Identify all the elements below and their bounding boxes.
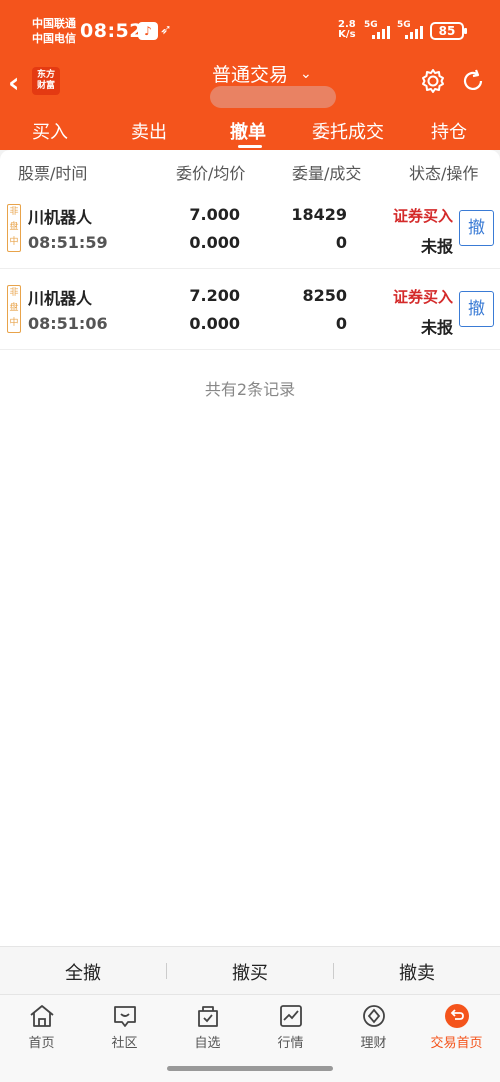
active-tab-indicator [238, 145, 262, 148]
page-title[interactable]: 普通交易 [212, 60, 288, 87]
order-qty: 8250 [302, 286, 347, 305]
badge-char: 非 [9, 288, 19, 298]
column-header-stock-time: 股票/时间 [18, 164, 88, 183]
table-row[interactable]: 非 盘 中 川机器人 08:51:59 7.000 0.000 18429 0 … [0, 189, 500, 269]
net-speed-unit: K/s [338, 29, 356, 40]
avg-price: 0.000 [189, 314, 240, 333]
carrier-1: 中国联通 [32, 17, 76, 30]
stock-name: 川机器人 [28, 208, 93, 227]
badge-char: 中 [9, 318, 19, 328]
signal-1-bars-icon [372, 26, 390, 39]
tab-positions[interactable]: 持仓 [431, 118, 467, 144]
cancel-order-button[interactable]: 撤 [459, 291, 494, 327]
cancel-buys-button[interactable]: 撤买 [167, 959, 333, 985]
order-status: 未报 [420, 318, 453, 337]
filled-qty: 0 [335, 314, 347, 333]
refresh-icon[interactable] [460, 68, 486, 94]
back-icon[interactable]: ‹ [8, 66, 20, 99]
table-row[interactable]: 非 盘 中 川机器人 08:51:06 7.200 0.000 8250 0 证… [0, 270, 500, 350]
trade-home-icon [444, 1004, 469, 1028]
tab-buy[interactable]: 买入 [32, 118, 68, 144]
nav-label: 自选 [194, 1036, 221, 1051]
finance-icon [362, 1005, 385, 1027]
nav-label: 理财 [360, 1036, 387, 1051]
cancel-order-button[interactable]: 撤 [459, 210, 494, 246]
nav-label: 首页 [28, 1036, 55, 1051]
app-header: 中国联通 中国电信 08:52 ♪ ➶ 2.8 K/s 5G 5G 85 ‹ 东… [0, 0, 500, 150]
nav-label: 交易首页 [430, 1036, 483, 1051]
home-indicator[interactable] [167, 1066, 333, 1071]
eastmoney-logo: 东方 财富 [32, 67, 60, 95]
records-count: 共有2条记录 [204, 380, 296, 399]
app-notification-icon: ♪ [138, 22, 158, 40]
tab-cancel[interactable]: 撤单 [230, 118, 266, 144]
tab-orders-trades[interactable]: 委托成交 [312, 118, 384, 144]
nav-label: 行情 [277, 1036, 304, 1051]
nav-label: 社区 [111, 1036, 138, 1051]
watchlist-icon [197, 1006, 218, 1027]
community-icon [113, 1006, 136, 1027]
market-icon [279, 1005, 302, 1027]
nav-trade-home[interactable]: 交易首页 [415, 1003, 498, 1051]
order-status: 未报 [420, 237, 453, 256]
column-header-qty: 委量/成交 [292, 164, 362, 183]
cancel-sells-button[interactable]: 撤卖 [334, 959, 500, 985]
order-qty: 18429 [291, 205, 347, 224]
logo-line-1: 东方 [36, 70, 55, 80]
stock-name: 川机器人 [28, 289, 93, 308]
signal-2-bars-icon [405, 26, 423, 39]
chevron-down-icon[interactable]: ⌄ [300, 66, 312, 82]
column-header-price: 委价/均价 [176, 164, 246, 183]
clock: 08:52 [80, 20, 143, 42]
order-type: 证券买入 [392, 207, 453, 225]
nav-community[interactable]: 社区 [83, 1003, 166, 1051]
order-time: 08:51:06 [28, 314, 108, 333]
badge-char: 中 [9, 237, 19, 247]
nav-watchlist[interactable]: 自选 [166, 1003, 249, 1051]
status-bar: 中国联通 中国电信 08:52 ♪ ➶ 2.8 K/s 5G 5G 85 [0, 0, 500, 58]
non-trading-badge: 非 盘 中 [7, 285, 21, 333]
batch-actions-bar: 全撤 撤买 撤卖 [0, 946, 500, 994]
badge-char: 盘 [9, 222, 19, 232]
home-icon [29, 1005, 54, 1027]
order-type: 证券买入 [392, 288, 453, 306]
badge-char: 盘 [9, 303, 19, 313]
non-trading-badge: 非 盘 中 [7, 204, 21, 252]
gear-icon[interactable] [420, 68, 446, 94]
carrier-info: 中国联通 中国电信 [32, 16, 76, 46]
orders-panel: 股票/时间 委价/均价 委量/成交 状态/操作 非 盘 中 川机器人 08:51… [0, 150, 500, 946]
account-redacted [210, 86, 336, 108]
battery-indicator: 85 [430, 22, 467, 40]
filled-qty: 0 [335, 233, 347, 252]
nav-home[interactable]: 首页 [0, 1003, 83, 1051]
badge-char: 非 [9, 207, 19, 217]
send-icon: ➶ [160, 22, 172, 38]
carrier-2: 中国电信 [32, 32, 76, 45]
column-header-status: 状态/操作 [409, 164, 479, 183]
cancel-all-button[interactable]: 全撤 [0, 959, 166, 985]
avg-price: 0.000 [189, 233, 240, 252]
net-speed: 2.8 K/s [338, 20, 356, 40]
tab-sell[interactable]: 卖出 [131, 118, 167, 144]
logo-line-2: 财富 [36, 81, 55, 91]
nav-finance[interactable]: 理财 [332, 1003, 415, 1051]
order-time: 08:51:59 [28, 233, 108, 252]
order-price: 7.200 [189, 286, 240, 305]
order-price: 7.000 [189, 205, 240, 224]
nav-market[interactable]: 行情 [249, 1003, 332, 1051]
